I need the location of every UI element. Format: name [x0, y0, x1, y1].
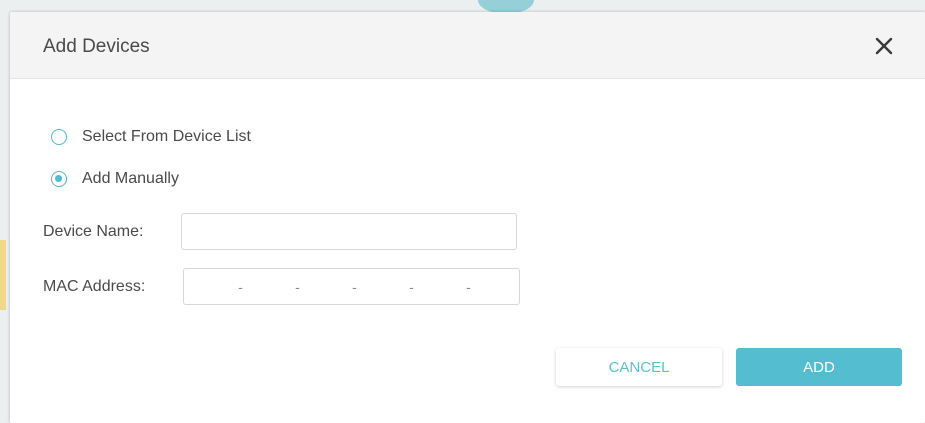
- add-devices-dialog: Add Devices Select From Device List Add …: [10, 12, 925, 423]
- mac-address-field: - - - - -: [183, 268, 520, 305]
- cancel-button[interactable]: CANCEL: [556, 348, 722, 386]
- mac-octet-5[interactable]: [420, 272, 460, 301]
- radio-label-select-from-list: Select From Device List: [82, 128, 251, 145]
- add-button[interactable]: ADD: [736, 348, 902, 386]
- mac-octet-6[interactable]: [477, 272, 517, 301]
- radio-label-add-manually: Add Manually: [82, 170, 179, 187]
- mac-separator: -: [295, 278, 300, 295]
- mac-octet-4[interactable]: [363, 272, 403, 301]
- mac-octet-3[interactable]: [306, 272, 346, 301]
- radio-circle-unchecked-icon[interactable]: [51, 129, 67, 145]
- backdrop-edge: [0, 240, 6, 310]
- radio-add-manually[interactable]: Add Manually: [51, 167, 179, 191]
- device-name-input[interactable]: [181, 213, 517, 250]
- mac-address-label: MAC Address:: [43, 278, 146, 295]
- close-button[interactable]: [868, 30, 900, 62]
- mac-octet-1[interactable]: [192, 272, 232, 301]
- dialog-title: Add Devices: [43, 36, 150, 57]
- radio-circle-checked-icon[interactable]: [51, 171, 67, 187]
- mac-separator: -: [466, 278, 471, 295]
- radio-select-from-device-list[interactable]: Select From Device List: [51, 125, 251, 149]
- mac-separator: -: [352, 278, 357, 295]
- mac-separator: -: [238, 278, 243, 295]
- dialog-header: Add Devices: [10, 12, 925, 79]
- device-name-label: Device Name:: [43, 223, 144, 240]
- mac-octet-2[interactable]: [249, 272, 289, 301]
- close-icon: [875, 37, 893, 55]
- mac-separator: -: [409, 278, 414, 295]
